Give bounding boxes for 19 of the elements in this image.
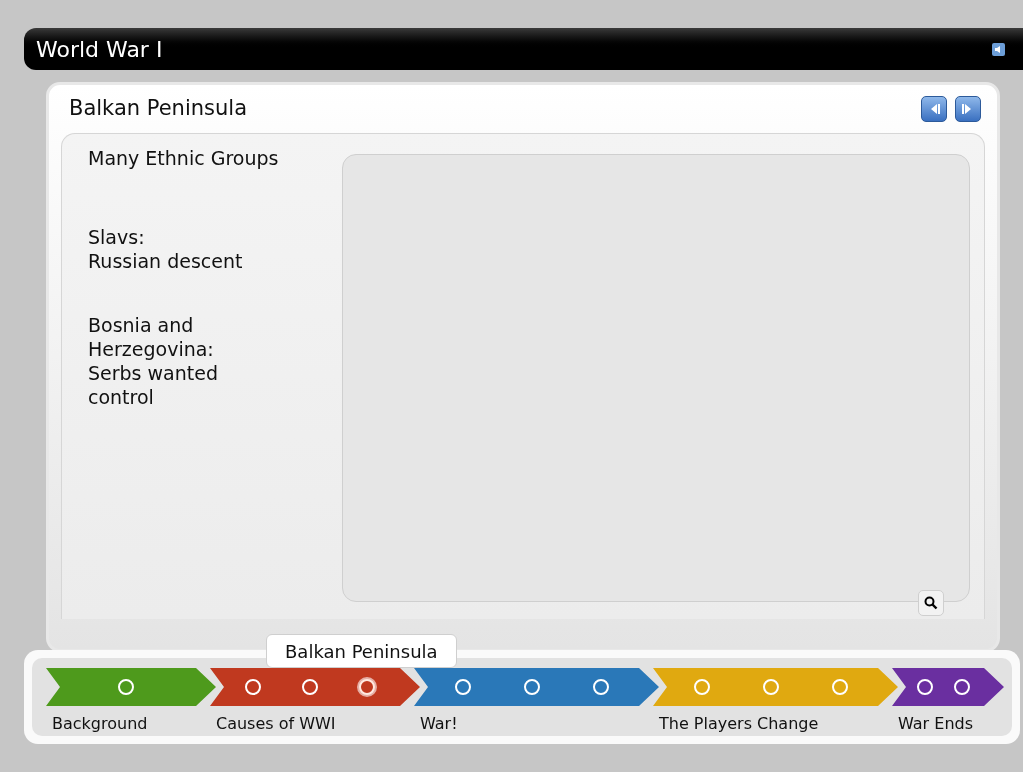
search-icon [924, 596, 938, 610]
timeline-label: War Ends [897, 713, 974, 735]
body-text: Slavs: Russian descent [88, 224, 244, 273]
body-text: Bosnia and Herzegovina: Serbs wanted control [88, 312, 219, 409]
timeline-segment[interactable] [210, 668, 420, 706]
timeline-label: Causes of WWI [215, 713, 337, 735]
sound-button[interactable] [992, 42, 1005, 56]
timeline-label: The Players Change [658, 713, 820, 735]
window-title: World War I [36, 35, 163, 64]
timeline-label: War! [419, 713, 459, 735]
speaker-icon [995, 45, 1002, 53]
previous-button[interactable] [921, 96, 947, 122]
timeline-label: Background [51, 713, 149, 735]
tooltip: Balkan Peninsula [266, 634, 457, 668]
timeline-point[interactable] [359, 679, 376, 695]
next-button[interactable] [955, 96, 981, 122]
zoom-button[interactable] [918, 590, 944, 616]
panel-title: Balkan Peninsula [69, 95, 247, 123]
section-heading: Many Ethnic Groups [88, 146, 280, 171]
